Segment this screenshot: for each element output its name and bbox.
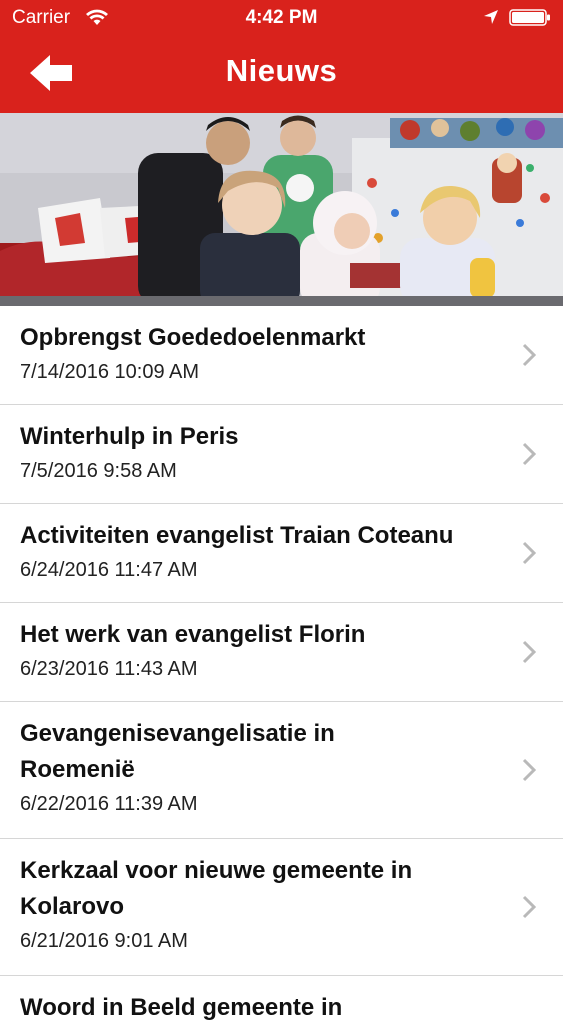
chevron-right-icon bbox=[522, 895, 536, 919]
news-item[interactable]: Activiteiten evangelist Traian Coteanu 6… bbox=[0, 504, 563, 603]
news-date: 6/23/2016 11:43 AM bbox=[20, 658, 198, 680]
page-title: Nieuws bbox=[225, 53, 338, 88]
family-photo bbox=[0, 113, 563, 306]
location-arrow-icon bbox=[484, 10, 498, 24]
news-item[interactable]: Het werk van evangelist Florin 6/23/2016… bbox=[0, 603, 563, 702]
news-title: Opbrengst Goededoelenmarkt bbox=[20, 324, 366, 351]
battery-icon bbox=[509, 9, 550, 26]
news-title: Het werk van evangelist Florin bbox=[20, 621, 366, 648]
news-date: 7/14/2016 10:09 AM bbox=[20, 361, 200, 383]
news-date: 7/5/2016 9:58 AM bbox=[20, 460, 177, 482]
news-date: 6/24/2016 11:47 AM bbox=[20, 559, 198, 581]
news-item[interactable]: Winterhulp in Peris 7/5/2016 9:58 AM bbox=[0, 405, 563, 504]
news-item[interactable]: Kerkzaal voor nieuwe gemeente in Kolarov… bbox=[0, 839, 563, 976]
chevron-right-icon bbox=[522, 343, 536, 367]
news-item[interactable]: Opbrengst Goededoelenmarkt 7/14/2016 10:… bbox=[0, 306, 563, 405]
chevron-right-icon bbox=[522, 541, 536, 565]
news-list: Opbrengst Goededoelenmarkt 7/14/2016 10:… bbox=[0, 306, 563, 1036]
news-title: Kerkzaal voor nieuwe gemeente in Kolarov… bbox=[20, 857, 413, 920]
status-bar: Carrier 4:42 PM bbox=[0, 0, 563, 36]
chevron-right-icon bbox=[522, 640, 536, 664]
nav-bar: Carrier 4:42 PM Nieuws bbox=[0, 0, 563, 113]
news-date: 6/21/2016 9:01 AM bbox=[20, 930, 188, 952]
news-item[interactable]: Gevangenisevangelisatie in Roemenië 6/22… bbox=[0, 702, 563, 839]
news-title: Gevangenisevangelisatie in Roemenië bbox=[20, 720, 335, 783]
news-title: Activiteiten evangelist Traian Coteanu bbox=[20, 522, 454, 549]
status-time: 4:42 PM bbox=[245, 7, 318, 28]
chevron-right-icon bbox=[522, 758, 536, 782]
news-item[interactable]: Woord in Beeld gemeente in bbox=[0, 976, 563, 1036]
hero-image bbox=[0, 113, 563, 306]
news-date: 6/22/2016 11:39 AM bbox=[20, 793, 198, 815]
news-title: Winterhulp in Peris bbox=[20, 423, 239, 450]
chevron-right-icon bbox=[522, 442, 536, 466]
news-title: Woord in Beeld gemeente in bbox=[20, 994, 343, 1021]
